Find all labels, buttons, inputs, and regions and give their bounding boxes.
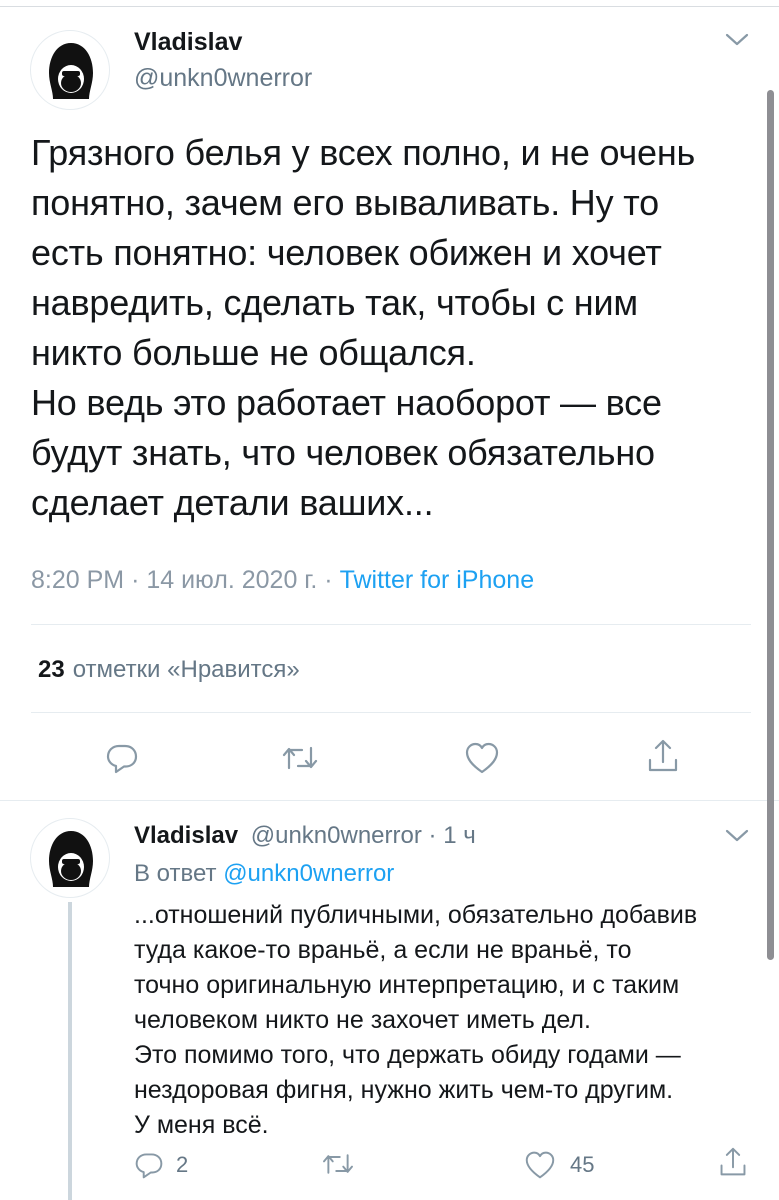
- reply-text: ...отношений публичными, обязательно доб…: [134, 901, 698, 1139]
- reply-like-count: 45: [570, 1152, 595, 1177]
- likes-divider: [31, 712, 751, 713]
- reply-header: Vladislav @unkn0wnerror · 1 ч: [134, 822, 476, 850]
- chevron-down-icon[interactable]: [724, 30, 750, 50]
- reply-prefix: В ответ: [134, 860, 217, 887]
- share-button[interactable]: [641, 734, 685, 778]
- meta-separator: ·: [324, 566, 333, 594]
- retweet-icon: [323, 1154, 353, 1174]
- chevron-down-icon[interactable]: [724, 826, 750, 846]
- likes-label: отметки «Нравится»: [72, 656, 300, 683]
- reply-icon: [106, 744, 138, 774]
- reply-like-button[interactable]: 45: [524, 1150, 594, 1180]
- meta-divider: [31, 624, 751, 625]
- reply-count: 2: [176, 1152, 189, 1177]
- retweet-icon: [282, 746, 318, 770]
- like-icon: [525, 1151, 555, 1179]
- reply-separator: ·: [428, 822, 437, 849]
- reply-icon: [135, 1153, 163, 1179]
- like-icon: [465, 742, 499, 774]
- tweet-source-link[interactable]: Twitter for iPhone: [340, 566, 535, 594]
- tweet-time: 8:20 PM: [31, 566, 125, 594]
- scrollbar[interactable]: [767, 90, 774, 960]
- reply-author-handle[interactable]: @unkn0wnerror: [251, 822, 422, 849]
- tweet-text: Грязного белья у всех полно, и не очень …: [31, 132, 696, 523]
- reply-author-name[interactable]: Vladislav: [134, 822, 238, 849]
- tweet-date: 14 июл. 2020 г.: [146, 566, 318, 594]
- likes-count: 23: [38, 656, 65, 683]
- share-icon: [720, 1147, 746, 1176]
- meta-separator: ·: [131, 566, 140, 594]
- reply-author-avatar[interactable]: [30, 818, 110, 898]
- reply-time-ago[interactable]: 1 ч: [443, 822, 476, 849]
- tweet-meta: 8:20 PM · 14 июл. 2020 г. · Twitter for …: [31, 566, 534, 595]
- author-avatar[interactable]: [30, 30, 110, 110]
- author-handle[interactable]: @unkn0wnerror: [134, 64, 312, 93]
- reply-share-button[interactable]: [718, 1146, 748, 1178]
- top-divider: [0, 6, 779, 7]
- retweet-button[interactable]: [278, 736, 322, 780]
- thread-line: [68, 902, 72, 1200]
- reply-button[interactable]: [100, 736, 144, 780]
- replying-to: В ответ @unkn0wnerror: [134, 860, 394, 888]
- reply-reply-button[interactable]: 2: [134, 1150, 188, 1180]
- reply-to-handle[interactable]: @unkn0wnerror: [223, 860, 394, 887]
- like-button[interactable]: [460, 736, 504, 780]
- reply-retweet-button[interactable]: [322, 1150, 354, 1178]
- likes-summary[interactable]: 23 отметки «Нравится»: [38, 656, 300, 684]
- author-name[interactable]: Vladislav: [134, 28, 242, 57]
- tweet-divider: [0, 800, 779, 801]
- share-icon: [648, 739, 678, 772]
